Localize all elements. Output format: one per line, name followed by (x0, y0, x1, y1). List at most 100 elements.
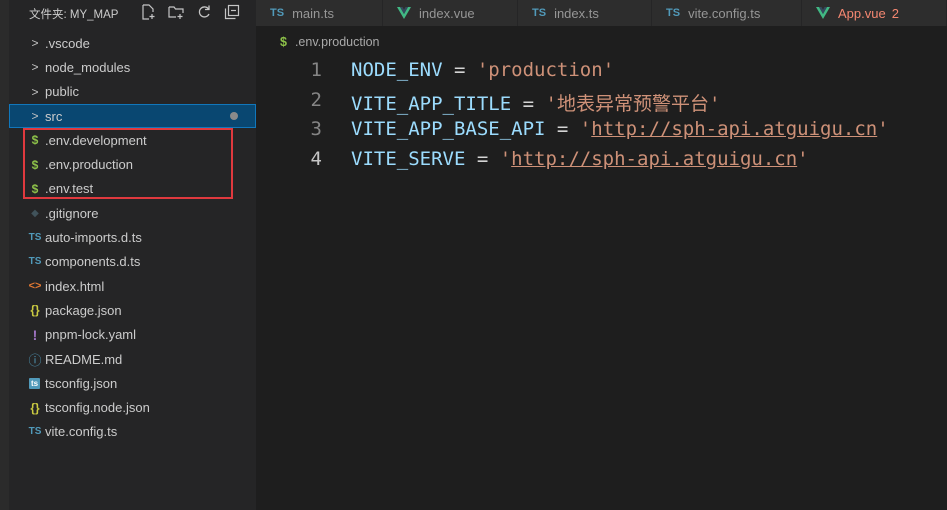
tree-file-vite-config[interactable]: TS vite.config.ts (9, 420, 256, 444)
breadcrumb-file: .env.production (294, 35, 380, 49)
quote: ' (499, 148, 512, 171)
quote: ' (602, 59, 615, 81)
code-lines: 1 NODE_ENV = 'production' 2 VITE_APP_TIT… (256, 56, 947, 175)
env-value: 地表异常预警平台 (556, 92, 709, 115)
tree-item-label: tsconfig.json (45, 375, 118, 391)
tree-item-label: .gitignore (45, 205, 99, 221)
yaml-file-icon: ! (32, 326, 38, 343)
explorer-actions (137, 2, 243, 22)
tree-folder-public[interactable]: > public (9, 80, 256, 104)
tab-index-vue[interactable]: index.vue (383, 0, 518, 26)
tab-label: index.vue (419, 5, 475, 21)
typescript-file-icon: TS (28, 256, 42, 268)
vue-tab-icon (397, 7, 411, 19)
quote: ' (708, 92, 721, 115)
json-file-icon: {} (30, 303, 40, 318)
new-file-icon[interactable] (137, 2, 159, 22)
line-number: 3 (310, 118, 322, 141)
tree-item-label: index.html (45, 278, 105, 294)
typescript-tab-icon: TS (532, 7, 547, 19)
new-folder-icon[interactable] (165, 2, 187, 22)
equals-sign: = (511, 92, 546, 115)
equals-sign: = (442, 59, 477, 81)
tree-item-label: auto-imports.d.ts (45, 230, 142, 246)
tree-file-gitignore[interactable]: ◆ .gitignore (9, 201, 256, 225)
line-number: 4 (310, 148, 322, 171)
env-file-icon: $ (31, 133, 39, 148)
tsconfig-file-icon: ts (29, 377, 40, 389)
quote: ' (579, 118, 592, 141)
tree-file-index-html[interactable]: <> index.html (9, 274, 256, 298)
tree-item-label: .env.production (45, 157, 133, 173)
git-file-icon: ◆ (31, 207, 39, 219)
tree-file-tsconfig[interactable]: ts tsconfig.json (9, 371, 256, 395)
tab-main-ts[interactable]: TS main.ts (256, 0, 383, 26)
tree-item-label: README.md (45, 351, 123, 367)
code-line: 1 NODE_ENV = 'production' (256, 56, 947, 86)
editor-tab-bar: TS main.ts index.vue TS index.ts TS vite… (256, 0, 947, 26)
tab-app-vue[interactable]: App.vue 2 (802, 0, 947, 26)
tree-file-auto-imports[interactable]: TS auto-imports.d.ts (9, 225, 256, 249)
modified-dot-icon (230, 111, 238, 120)
refresh-icon[interactable] (193, 2, 215, 22)
url-link[interactable]: http://sph-api.atguigu.cn (591, 118, 877, 140)
typescript-file-icon: TS (28, 232, 42, 244)
equals-sign: = (465, 148, 500, 171)
tree-item-label: .env.test (45, 181, 94, 197)
tree-file-pnpm-lock[interactable]: ! pnpm-lock.yaml (9, 323, 256, 347)
env-key: NODE_ENV (351, 59, 443, 81)
tree-item-label: src (45, 108, 63, 124)
json-file-icon: {} (30, 400, 40, 415)
chevron-right-icon: > (31, 109, 39, 124)
tree-file-readme[interactable]: ⓘ README.md (9, 347, 256, 371)
typescript-tab-icon: TS (666, 7, 681, 19)
vue-tab-icon (816, 7, 830, 19)
tree-file-components-dts[interactable]: TS components.d.ts (9, 250, 256, 274)
tree-file-env-production[interactable]: $ .env.production (9, 152, 256, 176)
tree-item-label: pnpm-lock.yaml (45, 327, 137, 343)
breadcrumb[interactable]: $ .env.production (280, 35, 380, 49)
tree-folder-node-modules[interactable]: > node_modules (9, 55, 256, 79)
tree-file-env-development[interactable]: $ .env.development (9, 128, 256, 152)
chevron-right-icon: > (31, 36, 39, 51)
tree-folder-src[interactable]: > src (9, 103, 256, 129)
tree-file-env-test[interactable]: $ .env.test (9, 177, 256, 201)
chevron-right-icon: > (31, 84, 39, 99)
tree-folder-vscode[interactable]: > .vscode (9, 31, 256, 55)
collapse-all-icon[interactable] (221, 2, 243, 22)
tree-file-tsconfig-node[interactable]: {} tsconfig.node.json (9, 395, 256, 419)
chevron-right-icon: > (31, 60, 39, 75)
typescript-tab-icon: TS (270, 7, 285, 19)
quote: ' (797, 148, 809, 171)
problem-count-badge: 2 (891, 5, 899, 21)
tree-item-label: public (45, 84, 79, 100)
tree-file-package-json[interactable]: {} package.json (9, 298, 256, 322)
line-number: 2 (310, 88, 322, 111)
tab-label: main.ts (292, 5, 334, 21)
code-editor[interactable]: $ .env.production 1 NODE_ENV = 'productio… (256, 26, 947, 510)
tree-item-label: vite.config.ts (45, 424, 118, 440)
env-key: VITE_APP_BASE_API (351, 118, 546, 141)
tab-label: index.ts (554, 5, 599, 21)
tree-item-label: tsconfig.node.json (45, 400, 150, 416)
env-file-icon: $ (31, 157, 39, 172)
code-line: 2 VITE_APP_TITLE = '地表异常预警平台' (256, 86, 947, 116)
tab-vite-config[interactable]: TS vite.config.ts (652, 0, 802, 26)
quote: ' (545, 92, 557, 115)
activity-bar-edge (0, 0, 9, 510)
explorer-sidebar: 文件夹: MY_MAP > .vscode > node_modules > p… (9, 0, 256, 510)
env-file-icon: $ (31, 181, 39, 196)
html-file-icon: <> (28, 280, 42, 293)
tree-item-label: package.json (45, 302, 122, 318)
url-link[interactable]: http://sph-api.atguigu.cn (511, 148, 797, 170)
line-number: 1 (310, 59, 322, 81)
env-key: VITE_SERVE (351, 148, 466, 171)
tab-index-ts[interactable]: TS index.ts (518, 0, 652, 26)
tab-label: App.vue (838, 5, 886, 21)
equals-sign: = (545, 118, 580, 141)
code-line: 3 VITE_APP_BASE_API = 'http://sph-api.at… (256, 115, 947, 145)
quote: ' (877, 118, 889, 141)
env-file-icon: $ (280, 35, 287, 49)
typescript-file-icon: TS (28, 426, 42, 438)
tree-item-label: .env.development (45, 132, 147, 148)
